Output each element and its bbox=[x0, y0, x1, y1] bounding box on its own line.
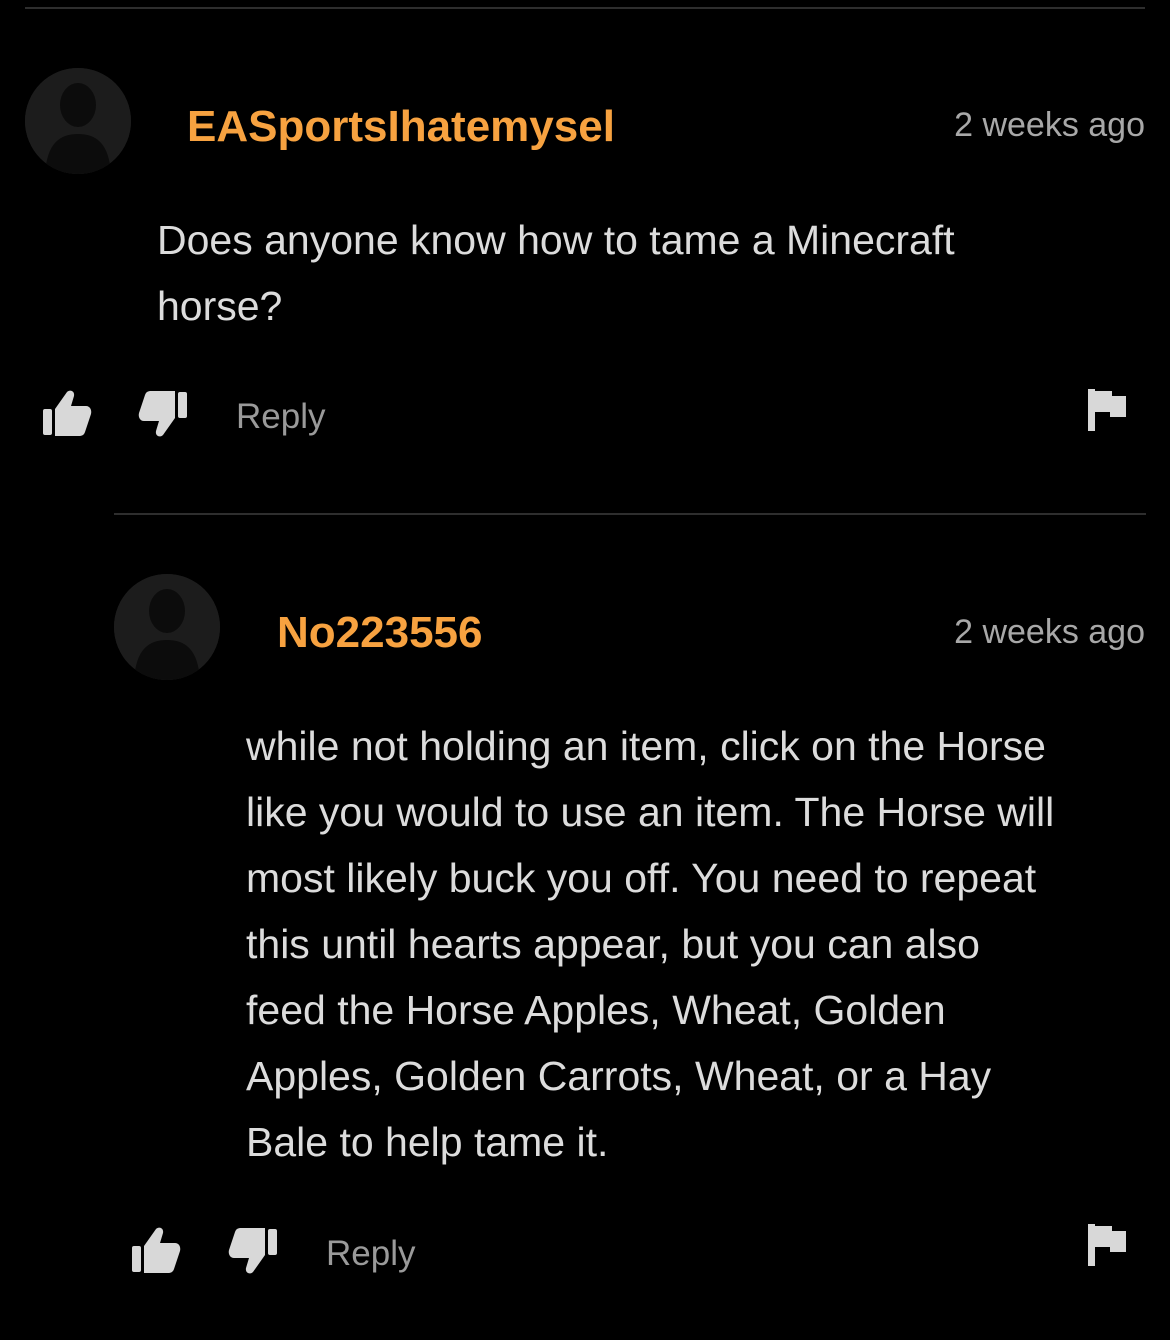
timestamp: 2 weeks ago bbox=[954, 613, 1145, 651]
dislike-button[interactable] bbox=[224, 1224, 280, 1280]
like-button[interactable] bbox=[129, 1224, 185, 1280]
comment-body: Does anyone know how to tame a Minecraft… bbox=[157, 207, 1137, 339]
flag-icon bbox=[1088, 389, 1126, 431]
comment-body-line: horse? bbox=[157, 283, 283, 329]
flag-button[interactable] bbox=[1086, 387, 1130, 433]
comment-body-line: like you would to use an item. The Horse… bbox=[246, 789, 1055, 835]
reply-divider bbox=[114, 513, 1146, 515]
thumbs-up-icon bbox=[43, 390, 92, 436]
username[interactable]: No223556 bbox=[277, 607, 482, 659]
thumbs-up-icon bbox=[132, 1227, 181, 1273]
avatar[interactable] bbox=[25, 68, 131, 174]
avatar[interactable] bbox=[114, 574, 220, 680]
top-divider bbox=[25, 7, 1145, 9]
username[interactable]: EASportsIhatemysel bbox=[187, 101, 615, 153]
like-button[interactable] bbox=[40, 387, 96, 443]
flag-button[interactable] bbox=[1086, 1222, 1130, 1268]
comment-body-line: Apples, Golden Carrots, Wheat, or a Hay bbox=[246, 1053, 992, 1099]
comment-body-line: most likely buck you off. You need to re… bbox=[246, 855, 1037, 901]
comment-body-line: this until hearts appear, but you can al… bbox=[246, 921, 980, 967]
comment-body-line: feed the Horse Apples, Wheat, Golden bbox=[246, 987, 946, 1033]
comment-actions: Reply bbox=[0, 1222, 1170, 1282]
comment-body-line: Does anyone know how to tame a Minecraft bbox=[157, 217, 955, 263]
reply-button[interactable]: Reply bbox=[326, 1234, 415, 1274]
dislike-button[interactable] bbox=[134, 387, 190, 443]
thumbs-down-icon bbox=[228, 1228, 277, 1274]
comment-body: while not holding an item, click on the … bbox=[246, 713, 1156, 1175]
comment-body-line: Bale to help tame it. bbox=[246, 1119, 609, 1165]
flag-icon bbox=[1088, 1224, 1126, 1266]
reply-button[interactable]: Reply bbox=[236, 397, 325, 437]
comment-actions: Reply bbox=[0, 385, 1170, 445]
timestamp: 2 weeks ago bbox=[954, 106, 1145, 144]
comment-thread: EASportsIhatemysel 2 weeks ago Does anyo… bbox=[0, 0, 1170, 1340]
default-user-avatar-icon bbox=[114, 574, 220, 680]
default-user-avatar-icon bbox=[25, 68, 131, 174]
thumbs-down-icon bbox=[138, 391, 187, 437]
comment-body-line: while not holding an item, click on the … bbox=[246, 723, 1046, 769]
